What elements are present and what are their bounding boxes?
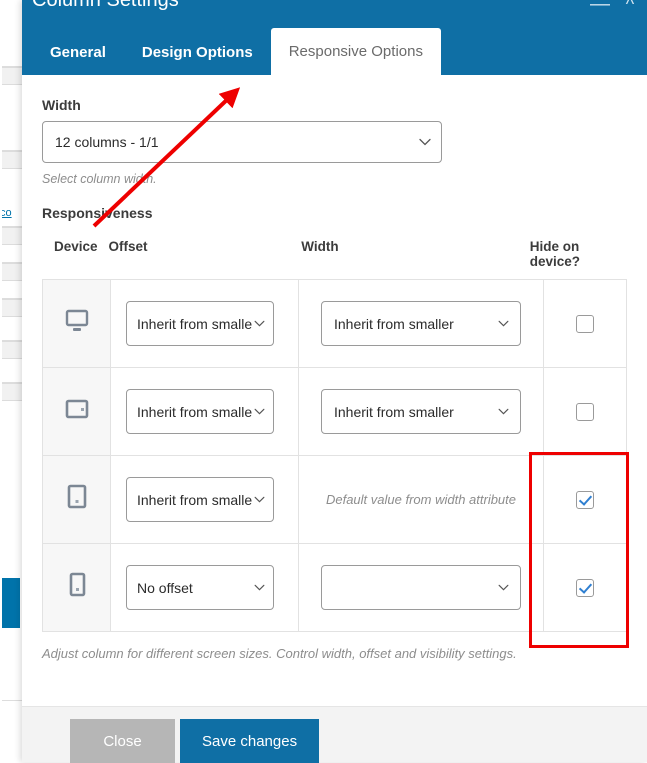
width-default-text: Default value from width attribute — [325, 492, 517, 507]
offset-select-tablet-portrait[interactable]: Inherit from smalle — [126, 477, 274, 522]
chevron-down-icon — [498, 320, 509, 330]
background-link[interactable]: co — [0, 207, 20, 220]
offset-select-desktop[interactable]: Inherit from smalle — [126, 301, 274, 346]
cell-hide-on-device — [544, 544, 626, 631]
cell-offset: Inherit from smalle — [111, 280, 299, 367]
cell-hide-on-device — [544, 280, 626, 367]
table-row: Inherit from smalle Inherit from smaller — [43, 368, 626, 456]
offset-select-mobile[interactable]: No offset — [126, 565, 274, 610]
chevron-down-icon — [498, 584, 509, 594]
background-row — [0, 67, 22, 85]
close-button[interactable]: Close — [70, 719, 175, 763]
column-header-width: Width — [301, 239, 339, 254]
width-select-value: Inherit from smaller — [334, 403, 454, 420]
modal-header: Column Settings — ^ General Design Optio… — [22, 0, 647, 75]
cell-hide-on-device — [544, 456, 626, 543]
column-header-device: Device — [54, 239, 98, 254]
width-select-mobile[interactable] — [321, 565, 521, 610]
background-row — [0, 341, 22, 359]
width-select-desktop[interactable]: Inherit from smaller — [321, 301, 521, 346]
cell-offset: No offset — [111, 544, 299, 631]
minimize-icon[interactable]: — — [587, 0, 613, 17]
cell-device — [43, 368, 111, 455]
background-row — [0, 263, 22, 281]
desktop-icon — [64, 309, 90, 338]
responsiveness-footnote: Adjust column for different screen sizes… — [42, 646, 517, 661]
offset-select-tablet-landscape[interactable]: Inherit from smalle — [126, 389, 274, 434]
table-row: Inherit from smalle Inherit from smaller — [43, 280, 626, 368]
hide-header-line2: device? — [529, 254, 581, 269]
hide-on-device-checkbox-mobile[interactable] — [576, 578, 594, 597]
background-row — [0, 383, 22, 401]
modal-body: Width 12 columns - 1/1 Select column wid… — [22, 75, 647, 686]
width-help-text: Select column width. — [42, 172, 157, 186]
cell-hide-on-device — [544, 368, 626, 455]
cell-device — [43, 544, 111, 631]
background-edge — [0, 0, 2, 762]
table-row: No offset — [43, 544, 626, 632]
cell-width — [299, 544, 544, 631]
background-rule — [0, 700, 22, 701]
chevron-down-icon — [254, 496, 265, 506]
hide-on-device-checkbox-tablet-landscape[interactable] — [576, 402, 594, 421]
background-row — [0, 227, 22, 245]
tablet-landscape-icon — [65, 398, 89, 425]
save-changes-button[interactable]: Save changes — [180, 719, 320, 763]
column-header-offset: Offset — [108, 239, 148, 254]
responsiveness-heading: Responsiveness — [42, 205, 153, 221]
tab-bar: General Design Options Responsive Option… — [32, 28, 441, 75]
chevron-down-icon — [419, 138, 431, 148]
width-select-tablet-landscape[interactable]: Inherit from smaller — [321, 389, 521, 434]
background-blue-block — [0, 578, 20, 628]
hide-header-line1: Hide on — [529, 239, 580, 254]
cell-device — [43, 280, 111, 367]
offset-select-value: Inherit from smalle — [137, 491, 253, 508]
width-select[interactable]: 12 columns - 1/1 — [42, 121, 442, 163]
chevron-down-icon — [498, 408, 509, 418]
chevron-up-icon[interactable]: ^ — [617, 0, 643, 17]
table-header-row: Device Offset Width Hide on device? — [42, 239, 627, 269]
background-row — [0, 151, 22, 169]
tablet-portrait-icon — [66, 484, 88, 515]
chevron-down-icon — [254, 584, 265, 594]
offset-select-value: No offset — [137, 579, 193, 596]
chevron-down-icon — [254, 408, 265, 418]
offset-select-value: Inherit from smalle — [137, 315, 253, 332]
cell-offset: Inherit from smalle — [111, 456, 299, 543]
cell-offset: Inherit from smalle — [111, 368, 299, 455]
background-row — [0, 299, 22, 317]
column-header-hide-on-device: Hide on device? — [530, 239, 627, 269]
width-label: Width — [42, 97, 81, 113]
responsiveness-table: Inherit from smalle Inherit from smaller — [42, 279, 627, 632]
cell-width: Inherit from smaller — [299, 368, 544, 455]
offset-select-value: Inherit from smalle — [137, 403, 253, 420]
page-title: Column Settings — [32, 0, 179, 11]
hide-on-device-checkbox-desktop[interactable] — [576, 314, 594, 333]
tab-general[interactable]: General — [32, 29, 124, 75]
modal-footer: Close Save changes — [22, 706, 647, 763]
width-select-value: 12 columns - 1/1 — [55, 134, 159, 150]
cell-width: Default value from width attribute — [299, 456, 544, 543]
tab-responsive-options[interactable]: Responsive Options — [270, 28, 441, 75]
hide-on-device-checkbox-tablet-portrait[interactable] — [576, 490, 594, 509]
mobile-icon — [67, 572, 87, 603]
width-select-value: Inherit from smaller — [334, 315, 454, 332]
cell-device — [43, 456, 111, 543]
chevron-down-icon — [254, 320, 265, 330]
cell-width: Inherit from smaller — [299, 280, 544, 367]
tab-design-options[interactable]: Design Options — [124, 29, 271, 75]
column-settings-modal: Column Settings — ^ General Design Optio… — [22, 0, 647, 763]
table-row: Inherit from smalle Default value from w… — [43, 456, 626, 544]
